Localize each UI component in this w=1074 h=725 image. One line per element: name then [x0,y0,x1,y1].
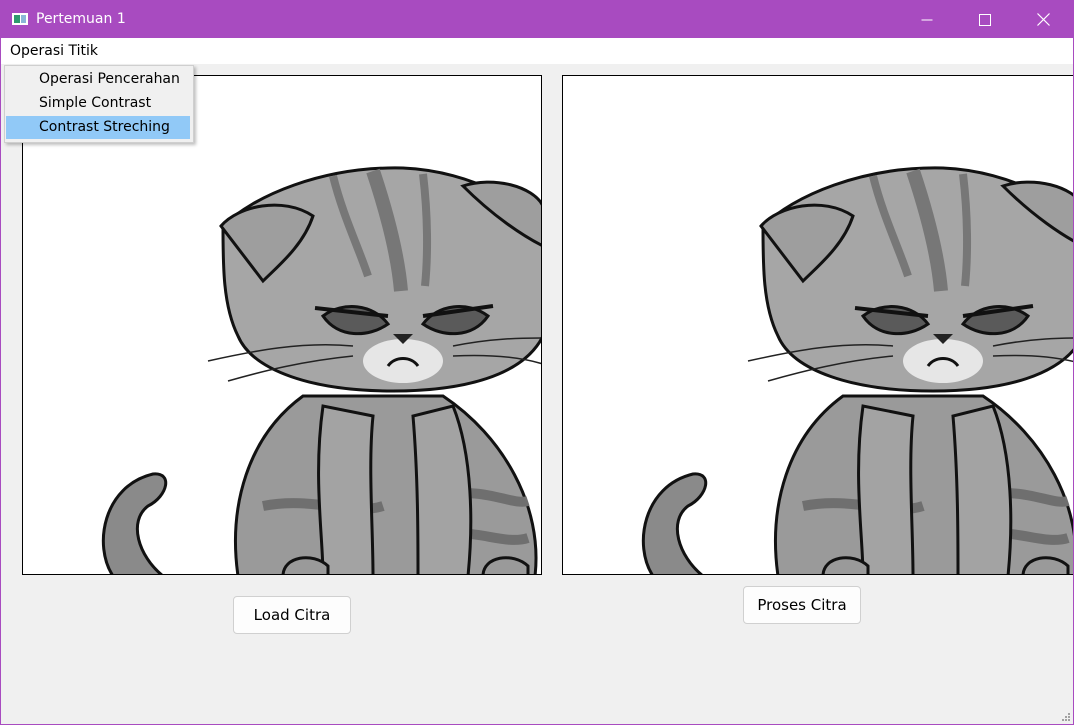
menu-bar: Operasi Titik [1,38,1073,64]
menu-item-simple-contrast[interactable]: Simple Contrast [6,92,190,115]
minimize-icon [921,19,933,20]
cat-image-processed [641,166,1073,574]
window-title: Pertemuan 1 [36,11,126,27]
proses-citra-button[interactable]: Proses Citra [743,586,861,624]
app-icon [12,13,28,25]
input-image-frame [22,75,542,575]
menu-operasi-titik[interactable]: Operasi Titik [4,38,104,64]
menu-item-contrast-streching[interactable]: Contrast Streching [6,116,190,139]
operasi-titik-dropdown: Operasi Pencerahan Simple Contrast Contr… [4,65,194,143]
maximize-button[interactable] [956,1,1014,38]
close-button[interactable] [1014,1,1072,38]
app-window: Pertemuan 1 Operasi Titik Load Citra Pro… [0,0,1074,725]
resize-grip-icon[interactable] [1061,712,1071,722]
maximize-icon [979,13,991,26]
cat-image [101,166,541,574]
close-icon [1036,13,1050,26]
title-bar[interactable]: Pertemuan 1 [1,1,1073,38]
load-citra-button[interactable]: Load Citra [233,596,351,634]
output-image-frame [562,75,1073,575]
menu-item-operasi-pencerahan[interactable]: Operasi Pencerahan [6,68,190,91]
minimize-button[interactable] [898,1,956,38]
